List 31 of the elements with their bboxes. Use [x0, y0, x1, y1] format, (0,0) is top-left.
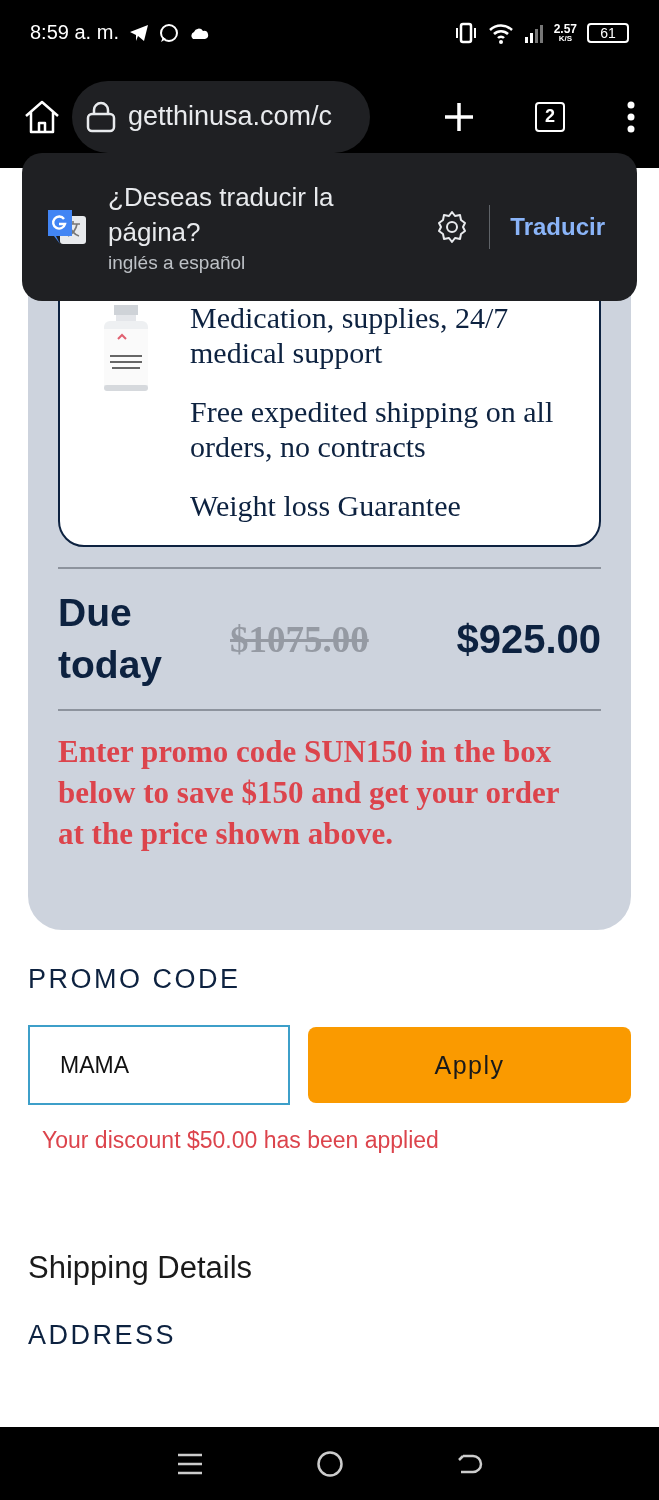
tab-count-button[interactable]: 2: [535, 101, 565, 132]
feature-text: Free expedited shipping on all orders, no contracts: [190, 394, 555, 464]
translate-question: ¿Deseas traducir la página?: [108, 181, 335, 249]
promo-notice: Enter promo code SUN150 in the box below to save $150 and get your order at the price shown above.: [58, 733, 560, 853]
feature-text: Weight loss Guarantee: [190, 488, 462, 523]
menu-button[interactable]: [625, 100, 637, 133]
send-icon: [128, 23, 149, 42]
original-price: $1075.00: [230, 617, 369, 661]
apply-button[interactable]: Apply: [308, 1027, 631, 1103]
home-nav-button[interactable]: [315, 1449, 344, 1478]
status-time: 8:59 a. m.: [30, 21, 119, 44]
new-tab-button[interactable]: [443, 100, 475, 133]
address-label: ADDRESS: [28, 1320, 178, 1351]
address-bar[interactable]: getthinusa.com/c: [72, 80, 370, 153]
chat-icon: [158, 22, 179, 43]
feature-text: Medication, supplies, 24/7 medical support: [190, 300, 510, 370]
wifi-icon: [487, 21, 514, 44]
promo-code-field[interactable]: MAMA: [28, 1025, 290, 1105]
battery-level: 61: [587, 22, 629, 43]
total-price: $925.00: [456, 616, 601, 662]
menu-icon[interactable]: [176, 1452, 203, 1475]
discount-message: Your discount $50.00 has been applied: [42, 1127, 440, 1154]
promo-code-heading: PROMO CODE: [28, 964, 242, 995]
vibrate-icon: [453, 21, 478, 44]
shipping-heading: Shipping Details: [28, 1250, 254, 1286]
translate-button[interactable]: Traducir: [510, 213, 605, 241]
signal-icon: [523, 22, 544, 43]
due-today-label: Due today: [58, 590, 163, 688]
lock-icon: [86, 100, 116, 133]
translate-languages: inglés a español: [108, 252, 247, 274]
network-speed: 2.57 K/S: [553, 22, 577, 43]
